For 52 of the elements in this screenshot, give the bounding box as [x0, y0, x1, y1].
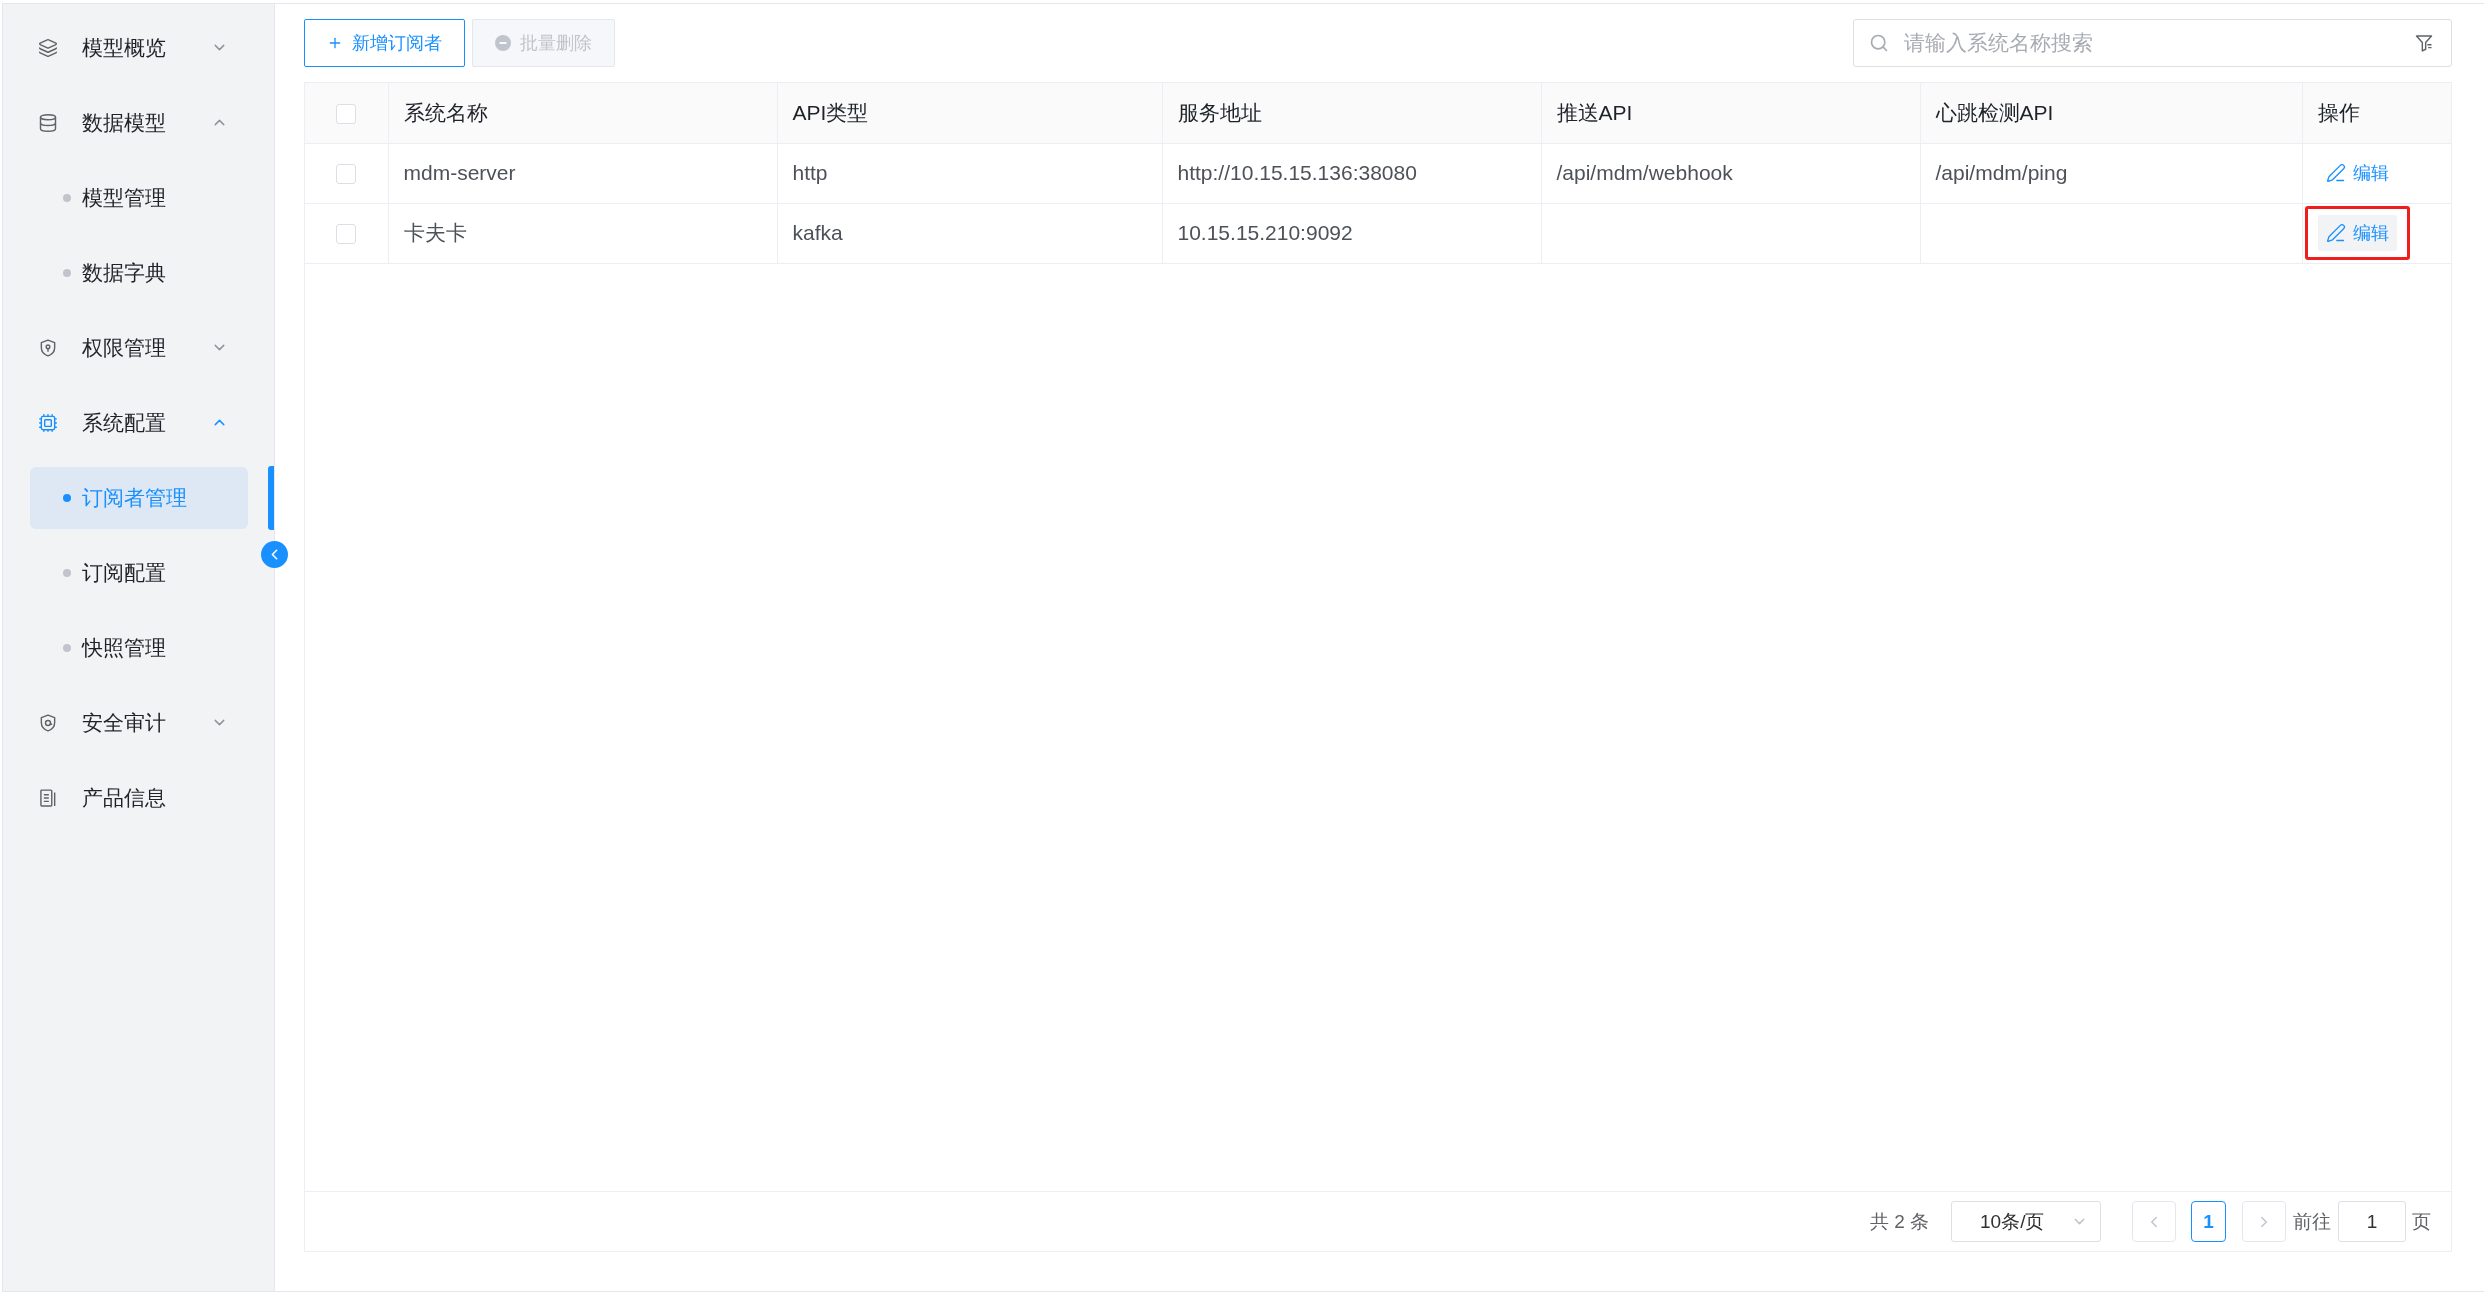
sidebar-subitem[interactable]: 模型管理 — [30, 166, 248, 229]
column-header: 系统名称 — [388, 83, 777, 143]
column-header: API类型 — [777, 83, 1162, 143]
dot-icon — [63, 493, 71, 502]
page-size-select[interactable]: 10条/页 — [1951, 1201, 2101, 1242]
search-icon — [1869, 33, 1889, 53]
document-icon — [38, 787, 58, 808]
column-header: 推送API — [1541, 83, 1920, 143]
sidebar-item[interactable]: 安全审计 — [30, 691, 248, 754]
table-cell: mdm-server — [388, 143, 777, 203]
chip-icon — [38, 412, 58, 433]
sidebar-subitem[interactable]: 订阅配置 — [30, 541, 248, 604]
sidebar-item[interactable]: 产品信息 — [30, 766, 248, 829]
checkbox[interactable] — [336, 164, 357, 185]
page-suffix-label: 页 — [2412, 1209, 2431, 1234]
table-cell: 卡夫卡 — [388, 203, 777, 263]
sidebar-subitem[interactable]: 数据字典 — [30, 241, 248, 304]
total-count-label: 共 2 条 — [1869, 1209, 1929, 1234]
minus-circle-icon — [495, 35, 511, 51]
plus-icon — [327, 35, 343, 51]
table-cell: kafka — [777, 203, 1162, 263]
page-input[interactable]: 1 — [2338, 1201, 2406, 1242]
table-cell: http://10.15.15.136:38080 — [1162, 143, 1541, 203]
sidebar-item[interactable]: 数据模型 — [30, 91, 248, 154]
table-cell: 10.15.15.210:9092 — [1162, 203, 1541, 263]
table-cell: http — [777, 143, 1162, 203]
column-header: 操作 — [2302, 83, 2451, 143]
pencil-icon — [2325, 223, 2346, 243]
database-icon — [38, 112, 58, 133]
sidebar-subitem[interactable]: 快照管理 — [30, 616, 248, 679]
sidebar-item[interactable]: 系统配置 — [30, 391, 248, 454]
dot-icon — [63, 643, 71, 652]
column-header: 心跳检测API — [1920, 83, 2302, 143]
column-header: 服务地址 — [1162, 83, 1541, 143]
pencil-icon — [2325, 163, 2346, 183]
shield-icon — [38, 712, 58, 733]
sidebar-item[interactable]: 权限管理 — [30, 316, 248, 379]
collapse-button[interactable] — [261, 541, 288, 568]
active-indicator — [268, 465, 274, 530]
filter-icon[interactable] — [2414, 33, 2434, 53]
table-cell: /api/mdm/webhook — [1541, 143, 1920, 203]
checkbox[interactable] — [336, 224, 357, 245]
search-field[interactable]: 请输入系统名称搜索 — [1853, 19, 2452, 67]
shield-icon — [38, 337, 58, 358]
dot-icon — [63, 568, 71, 577]
dot-icon — [63, 193, 71, 202]
table-cell: /api/mdm/ping — [1920, 143, 2302, 203]
goto-label: 前往 — [2293, 1209, 2331, 1234]
sidebar-item[interactable]: 模型概览 — [30, 16, 248, 79]
layers-icon — [38, 37, 58, 58]
dot-icon — [63, 268, 71, 277]
checkbox[interactable] — [336, 104, 357, 125]
